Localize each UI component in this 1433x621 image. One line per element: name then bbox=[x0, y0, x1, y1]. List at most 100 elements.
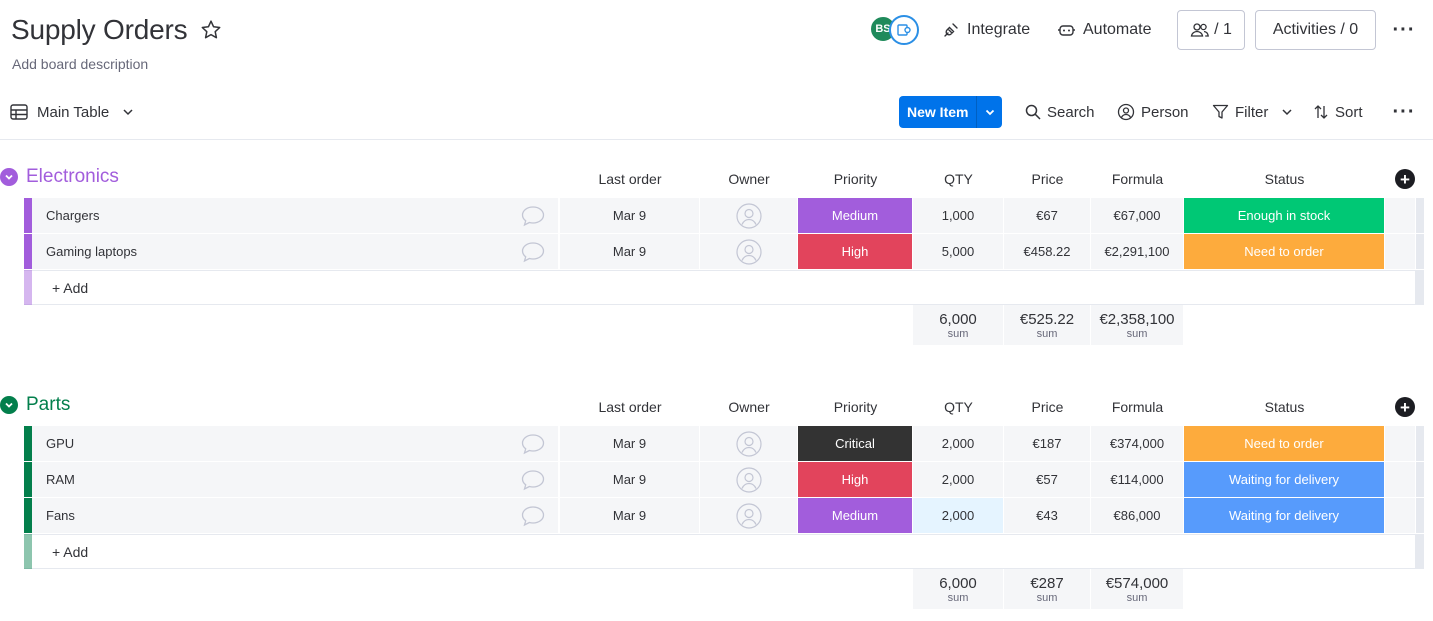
add-column-icon[interactable]: + bbox=[1395, 169, 1415, 189]
priority-label[interactable]: Medium bbox=[798, 498, 913, 533]
qty-sum: 6,000 sum bbox=[913, 569, 1004, 609]
add-update-icon[interactable] bbox=[520, 204, 546, 228]
owner-cell[interactable] bbox=[700, 426, 798, 461]
table-row[interactable]: GPU Mar 9 Critical 2,000 €187 €374,000 N… bbox=[24, 426, 1424, 461]
board-members-avatars[interactable]: BS bbox=[869, 15, 921, 45]
board-more-options-icon[interactable]: ··· bbox=[1392, 18, 1416, 42]
add-update-icon[interactable] bbox=[520, 468, 546, 492]
qty-cell[interactable]: 2,000 bbox=[913, 462, 1004, 497]
status-label[interactable]: Waiting for delivery bbox=[1184, 462, 1385, 497]
board-description[interactable]: Add board description bbox=[12, 56, 148, 72]
collapse-group-icon[interactable] bbox=[0, 168, 18, 186]
favorite-star-icon[interactable] bbox=[199, 18, 223, 42]
price-cell[interactable]: €458.22 bbox=[1004, 234, 1091, 269]
qty-cell[interactable]: 1,000 bbox=[913, 198, 1004, 233]
owner-cell[interactable] bbox=[700, 462, 798, 497]
last-order-cell[interactable]: Mar 9 bbox=[560, 198, 700, 233]
owner-cell[interactable] bbox=[700, 498, 798, 533]
column-header-owner[interactable]: Owner bbox=[700, 399, 798, 415]
priority-label[interactable]: Medium bbox=[798, 198, 913, 233]
column-header-formula[interactable]: Formula bbox=[1091, 171, 1184, 187]
new-item-dropdown-icon[interactable] bbox=[976, 96, 1002, 128]
add-update-icon[interactable] bbox=[520, 432, 546, 456]
column-header-price[interactable]: Price bbox=[1004, 399, 1091, 415]
table-row[interactable]: Chargers Mar 9 Medium 1,000 €67 €67,000 … bbox=[24, 198, 1424, 233]
column-header-last-order[interactable]: Last order bbox=[560, 399, 700, 415]
column-header-last-order[interactable]: Last order bbox=[560, 171, 700, 187]
invite-members-button[interactable]: / 1 bbox=[1177, 10, 1245, 50]
item-name[interactable]: Fans bbox=[32, 498, 559, 533]
column-header-owner[interactable]: Owner bbox=[700, 171, 798, 187]
priority-label[interactable]: High bbox=[798, 234, 913, 269]
add-item-label[interactable]: + Add bbox=[52, 280, 88, 296]
add-item-row[interactable]: + Add bbox=[24, 270, 1416, 305]
add-update-icon[interactable] bbox=[520, 240, 546, 264]
owner-cell[interactable] bbox=[700, 198, 798, 233]
filter-button[interactable]: Filter bbox=[1212, 100, 1294, 124]
collapse-group-icon[interactable] bbox=[0, 396, 18, 414]
chevron-down-icon[interactable] bbox=[1280, 105, 1294, 119]
price-cell[interactable]: €43 bbox=[1004, 498, 1091, 533]
add-item-row[interactable]: + Add bbox=[24, 534, 1416, 569]
activities-button[interactable]: Activities / 0 bbox=[1255, 10, 1376, 50]
column-header-status[interactable]: Status bbox=[1184, 399, 1385, 415]
table-row[interactable]: RAM Mar 9 High 2,000 €57 €114,000 Waitin… bbox=[24, 462, 1424, 497]
view-selector[interactable]: Main Table bbox=[10, 100, 135, 124]
sort-button[interactable]: Sort bbox=[1313, 100, 1363, 124]
price-cell[interactable]: €187 bbox=[1004, 426, 1091, 461]
column-header-qty[interactable]: QTY bbox=[913, 171, 1004, 187]
price-cell[interactable]: €67 bbox=[1004, 198, 1091, 233]
item-name[interactable]: Chargers bbox=[32, 198, 559, 233]
priority-label[interactable]: Critical bbox=[798, 426, 913, 461]
last-order-cell[interactable]: Mar 9 bbox=[560, 426, 700, 461]
robot-icon bbox=[1058, 25, 1075, 36]
price-cell[interactable]: €57 bbox=[1004, 462, 1091, 497]
empty-person-icon bbox=[735, 466, 762, 493]
empty-cell bbox=[1385, 498, 1416, 533]
integrate-button[interactable]: Integrate bbox=[942, 18, 1030, 42]
priority-label[interactable]: High bbox=[798, 462, 913, 497]
column-header-priority[interactable]: Priority bbox=[798, 399, 913, 415]
board-title[interactable]: Supply Orders bbox=[11, 14, 188, 46]
last-order-cell[interactable]: Mar 9 bbox=[560, 462, 700, 497]
item-name[interactable]: RAM bbox=[32, 462, 559, 497]
qty-cell[interactable]: 5,000 bbox=[913, 234, 1004, 269]
automate-button[interactable]: Automate bbox=[1057, 18, 1151, 42]
guest-avatar-icon[interactable] bbox=[889, 15, 919, 45]
column-header-status[interactable]: Status bbox=[1184, 171, 1385, 187]
add-column-icon[interactable]: + bbox=[1395, 397, 1415, 417]
group-title[interactable]: Electronics bbox=[26, 166, 119, 188]
last-order-cell[interactable]: Mar 9 bbox=[560, 234, 700, 269]
qty-cell[interactable]: 2,000 bbox=[913, 426, 1004, 461]
row-end-cap bbox=[1416, 234, 1424, 269]
column-header-qty[interactable]: QTY bbox=[913, 399, 1004, 415]
new-item-button[interactable]: New Item bbox=[899, 96, 1002, 128]
status-label[interactable]: Enough in stock bbox=[1184, 198, 1385, 233]
search-icon bbox=[1025, 104, 1041, 120]
status-label[interactable]: Need to order bbox=[1184, 234, 1385, 269]
search-button[interactable]: Search bbox=[1025, 100, 1095, 124]
item-name[interactable]: GPU bbox=[32, 426, 559, 461]
empty-cell bbox=[1385, 234, 1416, 269]
group-title[interactable]: Parts bbox=[26, 394, 70, 416]
column-header-formula[interactable]: Formula bbox=[1091, 399, 1184, 415]
toolbar-more-options-icon[interactable]: ··· bbox=[1392, 100, 1416, 124]
add-update-icon[interactable] bbox=[520, 504, 546, 528]
item-name[interactable]: Gaming laptops bbox=[32, 234, 559, 269]
qty-cell[interactable]: 2,000 bbox=[913, 498, 1004, 533]
column-header-price[interactable]: Price bbox=[1004, 171, 1091, 187]
status-label[interactable]: Need to order bbox=[1184, 426, 1385, 461]
last-order-cell[interactable]: Mar 9 bbox=[560, 498, 700, 533]
column-header-priority[interactable]: Priority bbox=[798, 171, 913, 187]
add-item-label[interactable]: + Add bbox=[52, 544, 88, 560]
table-row[interactable]: Fans Mar 9 Medium 2,000 €43 €86,000 Wait… bbox=[24, 498, 1424, 533]
status-label[interactable]: Waiting for delivery bbox=[1184, 498, 1385, 533]
price-sum: €525.22 sum bbox=[1004, 305, 1091, 345]
person-filter-button[interactable]: Person bbox=[1117, 100, 1189, 124]
view-label: Main Table bbox=[37, 103, 110, 121]
owner-cell[interactable] bbox=[700, 234, 798, 269]
group-header-parts[interactable]: Parts bbox=[0, 394, 70, 416]
table-row[interactable]: Gaming laptops Mar 9 High 5,000 €458.22 … bbox=[24, 234, 1424, 269]
formula-sum: €574,000 sum bbox=[1091, 569, 1184, 609]
group-header-electronics[interactable]: Electronics bbox=[0, 166, 119, 188]
